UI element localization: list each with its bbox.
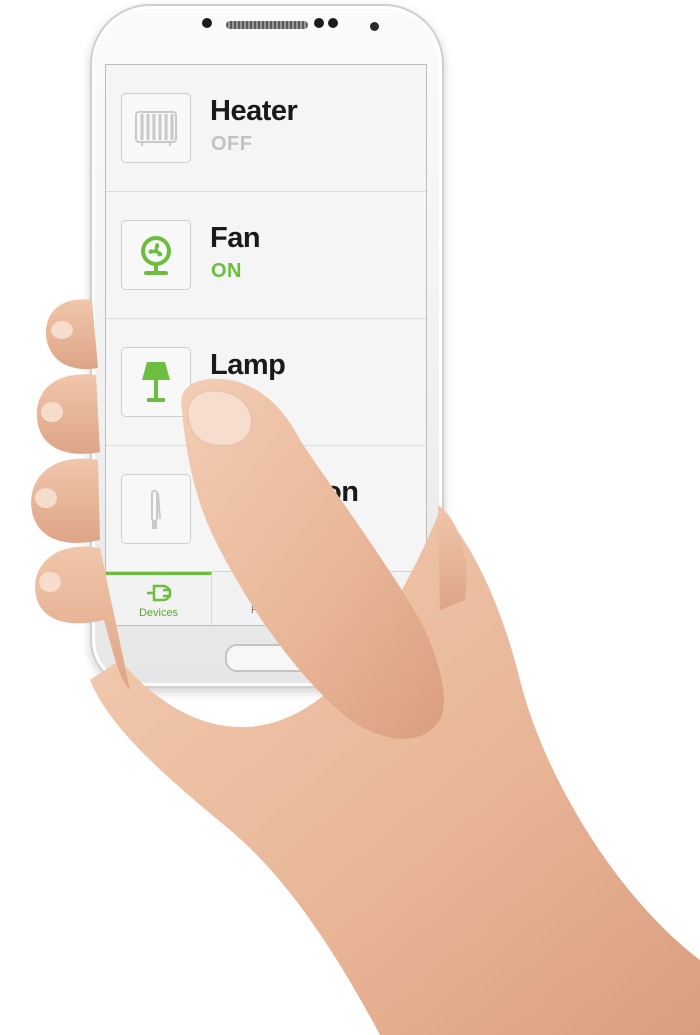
front-sensor-icon [328,18,338,28]
lamp-icon [142,362,170,402]
device-status: ON [211,260,242,282]
device-icon-box [121,347,191,417]
device-name: on [324,476,359,508]
device-row-heater[interactable]: Heater OFF [106,65,426,192]
device-icon-box [121,474,191,544]
fan-icon [141,236,171,275]
device-row-fan[interactable]: Fan ON [106,192,426,319]
device-name: Heater [210,95,298,127]
device-row-lamp[interactable]: Lamp [106,319,426,446]
tab-rules[interactable]: Rules [212,572,319,625]
app-screen: Heater OFF Fan ON Lamp on OF Devices Rul… [105,64,427,626]
tab-devices[interactable]: Devices [106,572,212,625]
device-status: OF [211,514,240,536]
tab-label: Rules [250,604,280,616]
plug-icon [146,584,171,602]
front-camera-icon [370,22,379,31]
device-icon-box [121,220,191,290]
photo-stage: Heater OFF Fan ON Lamp on OF Devices Rul… [0,0,700,1035]
device-status: OFF [211,133,253,155]
device-list: Heater OFF Fan ON Lamp on OF [106,65,426,573]
front-sensor-icon [314,18,324,28]
clock-icon [254,579,276,601]
home-button[interactable] [225,644,313,672]
device-name: Lamp [210,349,286,381]
front-sensor-icon [202,18,212,28]
device-icon-box [121,93,191,163]
device-name: Fan [210,222,261,254]
device-row-curling-iron[interactable]: on OF [106,446,426,573]
bottom-tab-bar: Devices Rules [106,571,426,625]
earpiece-speaker [226,21,308,29]
tab-label: Devices [138,607,179,619]
heater-icon [135,111,177,146]
curling-iron-icon [151,490,161,529]
